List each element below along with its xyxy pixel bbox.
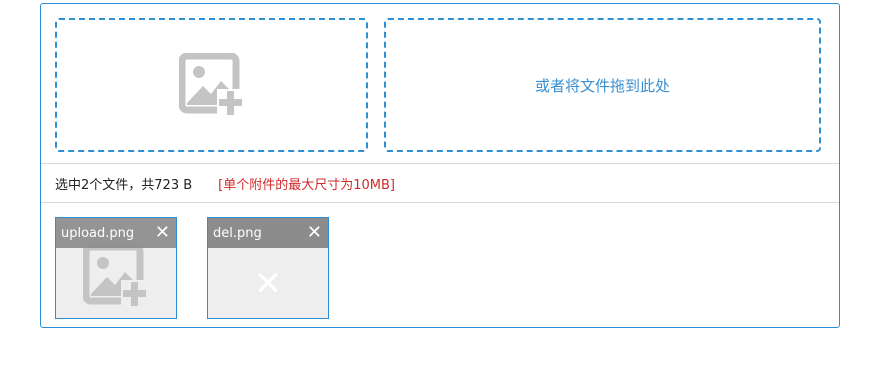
status-bar: 选中2个文件，共723 B [单个附件的最大尺寸为10MB] xyxy=(41,164,839,202)
uploader-panel: 或者将文件拖到此处 选中2个文件，共723 B [单个附件的最大尺寸为10MB]… xyxy=(40,3,840,328)
add-file-button[interactable] xyxy=(55,18,368,152)
file-list: upload.png ✕ del.png ✕ ✕ xyxy=(41,217,839,319)
size-limit-note: [单个附件的最大尺寸为10MB] xyxy=(218,177,395,193)
divider xyxy=(41,202,839,203)
upload-area: 或者将文件拖到此处 xyxy=(41,4,839,163)
drop-zone-label: 或者将文件拖到此处 xyxy=(534,76,670,95)
close-icon: ✕ xyxy=(253,264,283,304)
file-card-del[interactable]: del.png ✕ ✕ xyxy=(207,217,329,319)
file-name: del.png xyxy=(213,225,262,241)
file-title-bar: upload.png ✕ xyxy=(56,218,176,248)
file-name: upload.png xyxy=(61,225,135,241)
drop-zone[interactable]: 或者将文件拖到此处 xyxy=(384,18,821,152)
image-add-icon xyxy=(83,244,149,308)
image-add-icon xyxy=(178,53,245,117)
file-card-upload[interactable]: upload.png ✕ xyxy=(55,217,177,319)
remove-file-button[interactable]: ✕ xyxy=(155,224,170,242)
selected-files-summary: 选中2个文件，共723 B xyxy=(55,177,193,193)
remove-file-button[interactable]: ✕ xyxy=(307,224,322,242)
file-title-bar: del.png ✕ xyxy=(208,218,328,248)
file-thumbnail: ✕ xyxy=(208,248,328,318)
